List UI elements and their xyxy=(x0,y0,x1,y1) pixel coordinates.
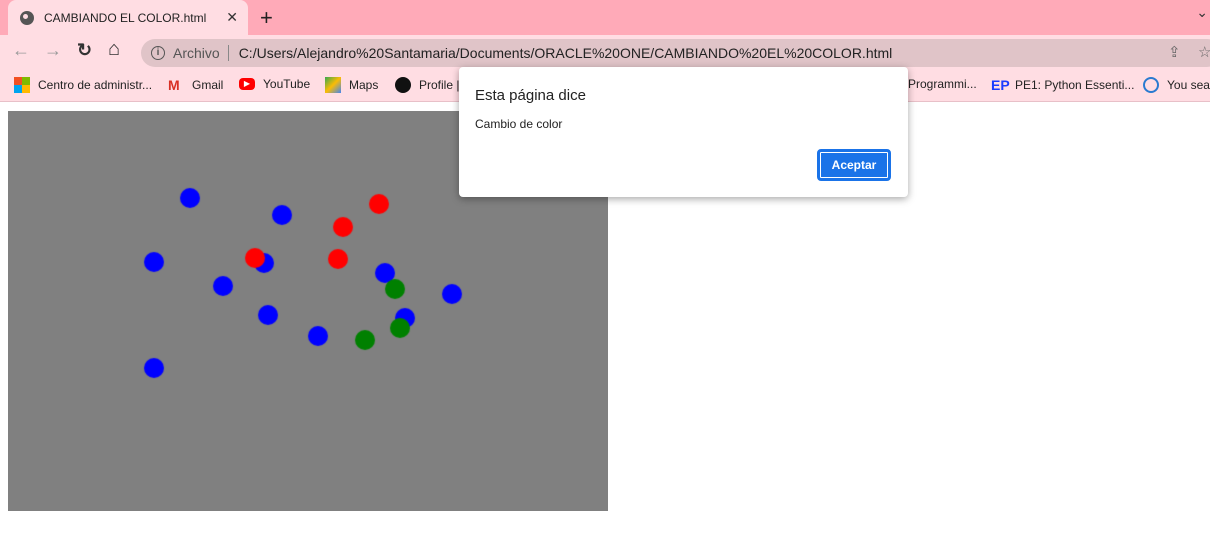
profile-icon xyxy=(395,77,411,93)
microsoft-icon xyxy=(14,77,30,93)
accept-button[interactable]: Aceptar xyxy=(817,149,891,181)
home-button[interactable]: ⌂ xyxy=(108,38,120,61)
ep-icon: EP xyxy=(991,77,1010,93)
youtube-icon: ▶ xyxy=(239,78,255,90)
forward-button[interactable]: → xyxy=(44,40,62,61)
chevron-down-icon[interactable]: ⌄ xyxy=(1196,4,1208,21)
new-tab-button[interactable]: + xyxy=(260,5,273,31)
bookmark-label: YouTube xyxy=(263,77,311,91)
tab-strip: CAMBIANDO EL COLOR.html ✕ + ⌄ xyxy=(0,0,1210,35)
bookmark-label: PE1: Python Essenti... xyxy=(1015,78,1135,92)
share-icon[interactable]: ⇪ xyxy=(1168,43,1181,61)
bookmark-pe1[interactable]: EP PE1: Python Essenti... xyxy=(991,77,1134,93)
divider xyxy=(227,45,229,61)
globe-icon xyxy=(20,10,34,25)
bookmark-profile[interactable]: Profile | xyxy=(395,77,459,93)
bookmark-centro[interactable]: Centro de administr... xyxy=(14,77,152,93)
info-icon[interactable]: i xyxy=(151,46,165,60)
bookmark-label: Gmail xyxy=(192,78,224,92)
bookmark-label: Profile | xyxy=(419,78,460,92)
tab-title: CAMBIANDO EL COLOR.html xyxy=(44,10,207,25)
bookmark-gmail[interactable]: M Gmail xyxy=(168,77,223,93)
alert-dialog: Esta página dice Cambio de color Aceptar xyxy=(459,67,908,197)
reload-button[interactable]: ↻ xyxy=(77,40,92,61)
star-icon[interactable]: ☆ xyxy=(1198,43,1210,61)
address-bar[interactable]: i Archivo C:/Users/Alejandro%20Santamari… xyxy=(141,39,1210,67)
bookmark-label: Maps xyxy=(349,78,379,92)
dialog-title: Esta página dice xyxy=(475,87,586,104)
maps-icon xyxy=(325,77,341,93)
toolbar: ← → ↻ ⌂ i Archivo C:/Users/Alejandro%20S… xyxy=(0,35,1210,69)
bookmark-label: Centro de administr... xyxy=(38,78,153,92)
gmail-icon: M xyxy=(168,77,180,93)
bookmark-you-search[interactable]: You sear xyxy=(1143,77,1210,93)
bookmark-programming[interactable]: Programmi... xyxy=(908,77,977,91)
bookmark-label: You sear xyxy=(1167,78,1210,92)
bookmark-maps[interactable]: Maps xyxy=(325,77,378,93)
dialog-message: Cambio de color xyxy=(475,117,563,131)
tab-active[interactable]: CAMBIANDO EL COLOR.html ✕ xyxy=(8,0,248,35)
back-button[interactable]: ← xyxy=(12,40,30,61)
scheme-label: Archivo xyxy=(173,45,220,61)
url-text[interactable]: C:/Users/Alejandro%20Santamaria/Document… xyxy=(239,45,893,61)
bookmark-label: Programmi... xyxy=(908,77,977,91)
tab-close-icon[interactable]: ✕ xyxy=(226,9,238,26)
bookmark-youtube[interactable]: ▶ YouTube xyxy=(239,77,310,91)
it-icon xyxy=(1143,77,1159,93)
